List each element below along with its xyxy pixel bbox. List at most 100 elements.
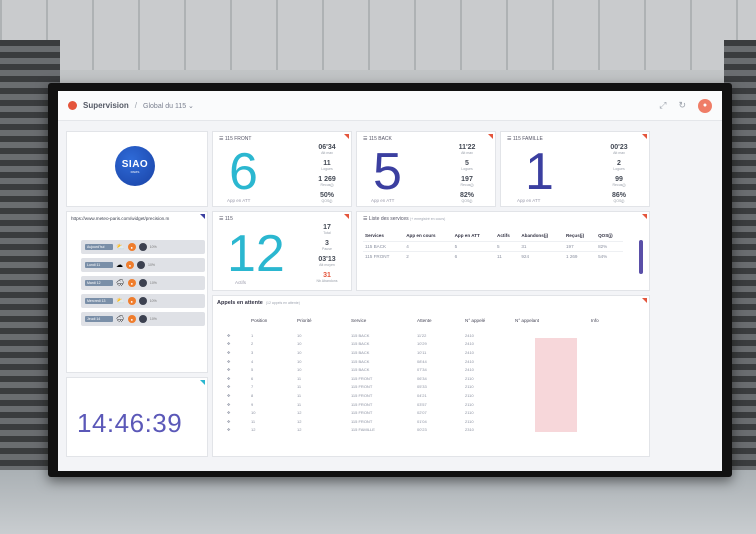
table-cell: 2410	[465, 332, 474, 338]
table-cell: 02'07	[417, 410, 427, 416]
table-row[interactable]: ✥ 4 10 115 BACK 08'44 2410	[223, 357, 643, 366]
table-cell: 11	[297, 401, 302, 407]
table-cell: 2110	[465, 384, 474, 390]
front-stat-2: 1 269 Recus(j)	[318, 176, 336, 187]
total-stat-0: 17 Total	[323, 224, 331, 235]
table-row[interactable]: ✥ 7 11 115 FRONT 05'33 2110	[223, 383, 643, 392]
services-scrollbar[interactable]	[639, 240, 643, 274]
back-stat-1: 5 Logues	[461, 160, 473, 171]
front-waiting-label: App en ATT	[227, 198, 251, 203]
table-cell: 2110	[465, 392, 474, 398]
ceiling	[0, 0, 756, 70]
front-stat-3: 50% QOS(j)	[319, 192, 335, 203]
floor	[0, 470, 756, 534]
table-row[interactable]: 115 BACK 4 5 5 31 197 82%	[363, 241, 623, 252]
table-cell: 2110	[465, 375, 474, 381]
table-cell: 12	[251, 427, 256, 433]
services-card: ☰ Liste des services (+ enregistré en co…	[356, 211, 650, 291]
back-waiting-count: 5	[373, 143, 402, 201]
clock-time: 14:46:39	[77, 408, 183, 438]
refresh-icon[interactable]: ↻	[678, 100, 686, 111]
table-cell: 2	[251, 341, 254, 347]
meteo-row-1: Lundi 11 ☁ ● 10%	[81, 258, 205, 272]
famille-waiting-count: 1	[525, 143, 554, 201]
back-stat-3: 82% QOS(j)	[459, 192, 475, 203]
table-cell: 2110	[465, 418, 474, 424]
table-row[interactable]: ✥ 9 11 115 FRONT 03'57 2110	[223, 400, 643, 409]
total-active-count: 12	[227, 225, 285, 283]
drag-handle-icon[interactable]: ✥	[223, 383, 247, 392]
table-row[interactable]: ✥ 1 10 115 BACK 11'22 2410	[223, 331, 643, 340]
total-stat-2: 03'13 Att moyen	[318, 256, 336, 267]
table-cell: 12	[297, 418, 302, 424]
user-avatar-icon[interactable]: ●	[698, 98, 712, 113]
total-stat-1: 3 Pause	[322, 240, 332, 251]
front-title: ☰ 115 FRONT	[219, 136, 252, 142]
table-cell: 115 FRONT	[351, 375, 373, 381]
table-cell: 00'23	[417, 427, 427, 433]
drag-handle-icon[interactable]: ✥	[223, 374, 247, 383]
calls-table: Position Priorité Service Attente N° app…	[223, 316, 643, 434]
table-row[interactable]: ✥ 12 12 115 FAMILLE 00'23 2310	[223, 426, 643, 435]
top-bar: Supervision / Global du 115 ⌄ ⤢ ↻ ●	[58, 91, 722, 121]
wind-icon	[138, 279, 147, 287]
meteo-row-0: Aujourd'hui ⛅ ● 10%	[81, 240, 205, 254]
drag-handle-icon[interactable]: ✥	[223, 348, 247, 357]
drag-handle-icon[interactable]: ✥	[223, 391, 247, 400]
drag-handle-icon[interactable]: ✥	[223, 340, 247, 349]
table-row[interactable]: ✥ 2 10 115 BACK 10'29 2410	[223, 340, 643, 349]
table-cell: 115 BACK	[351, 332, 370, 338]
table-row[interactable]: 115 FRONT 2 6 11 924 1 269 54%	[363, 251, 623, 261]
table-cell: 03'57	[417, 401, 427, 407]
meteo-url[interactable]: https://www.meteo-paris.com/widget/preci…	[71, 216, 169, 221]
table-row[interactable]: ✥ 8 11 115 FRONT 04'21 2110	[223, 391, 643, 400]
meteo-row-4: Jeudi 14 🌧 ● 10%	[81, 312, 205, 326]
fullscreen-icon[interactable]: ⤢	[659, 100, 666, 111]
table-cell: 11	[297, 375, 302, 381]
drag-handle-icon[interactable]: ✥	[223, 331, 247, 340]
table-cell: 2110	[465, 401, 474, 407]
drag-handle-icon[interactable]: ✥	[223, 408, 247, 417]
breadcrumb-separator: /	[134, 101, 138, 110]
table-row[interactable]: ✥ 6 11 115 FRONT 06'34 2110	[223, 374, 643, 383]
table-cell: 5	[251, 367, 254, 373]
table-cell: 115 FRONT	[351, 410, 373, 416]
table-cell: 115 FRONT	[351, 384, 373, 390]
back-stat-0: 11'22 Att max	[458, 144, 476, 155]
table-cell: 7	[251, 384, 254, 390]
table-cell: 8	[251, 392, 254, 398]
back-waiting-label: App en ATT	[371, 198, 395, 203]
famille-card: ☰ 115 FAMILLE 1 App en ATT 00'23 Att max …	[500, 131, 650, 207]
drag-handle-icon[interactable]: ✥	[223, 400, 247, 409]
drag-handle-icon[interactable]: ✥	[223, 365, 247, 374]
drag-handle-icon[interactable]: ✥	[223, 426, 247, 435]
calls-card: Appels en attente (12 appels en attente) …	[212, 295, 650, 457]
table-row[interactable]: ✥ 3 10 115 BACK 10'11 2410	[223, 348, 643, 357]
drag-handle-icon[interactable]: ✥	[223, 417, 247, 426]
table-cell: 2410	[465, 349, 474, 355]
famille-waiting-label: App en ATT	[517, 198, 541, 203]
table-row[interactable]: ✥ 5 10 115 BACK 07'34 2410	[223, 365, 643, 374]
weather-icon: ⛅	[116, 244, 125, 251]
breadcrumb-dashboard[interactable]: Global du 115 ⌄	[143, 102, 194, 110]
table-row[interactable]: ✥ 10 12 115 FRONT 02'07 2110	[223, 408, 643, 417]
table-cell: 9	[251, 401, 254, 407]
drag-handle-icon[interactable]: ✥	[223, 357, 247, 366]
weather-icon: 🌧	[116, 316, 125, 323]
table-cell: 115 FRONT	[351, 392, 373, 398]
table-row[interactable]: ✥ 11 12 115 FRONT 01'04 2110	[223, 417, 643, 426]
table-cell: 3	[251, 349, 254, 355]
weather-icon: ☁	[116, 262, 123, 269]
app-name[interactable]: Supervision	[83, 101, 129, 110]
table-cell: 115 FRONT	[351, 401, 373, 407]
table-cell: 10	[297, 358, 302, 364]
famille-stat-1: 2 Logues	[613, 160, 625, 171]
calls-title: Appels en attente (12 appels en attente)	[217, 300, 300, 306]
front-waiting-count: 6	[229, 143, 258, 201]
table-cell: 1	[251, 332, 254, 338]
table-cell: 12	[297, 427, 302, 433]
famille-title: ☰ 115 FAMILLE	[507, 136, 543, 142]
table-cell: 10'29	[417, 341, 427, 347]
temperature-icon: ●	[127, 279, 136, 287]
temperature-icon: ●	[127, 315, 136, 323]
